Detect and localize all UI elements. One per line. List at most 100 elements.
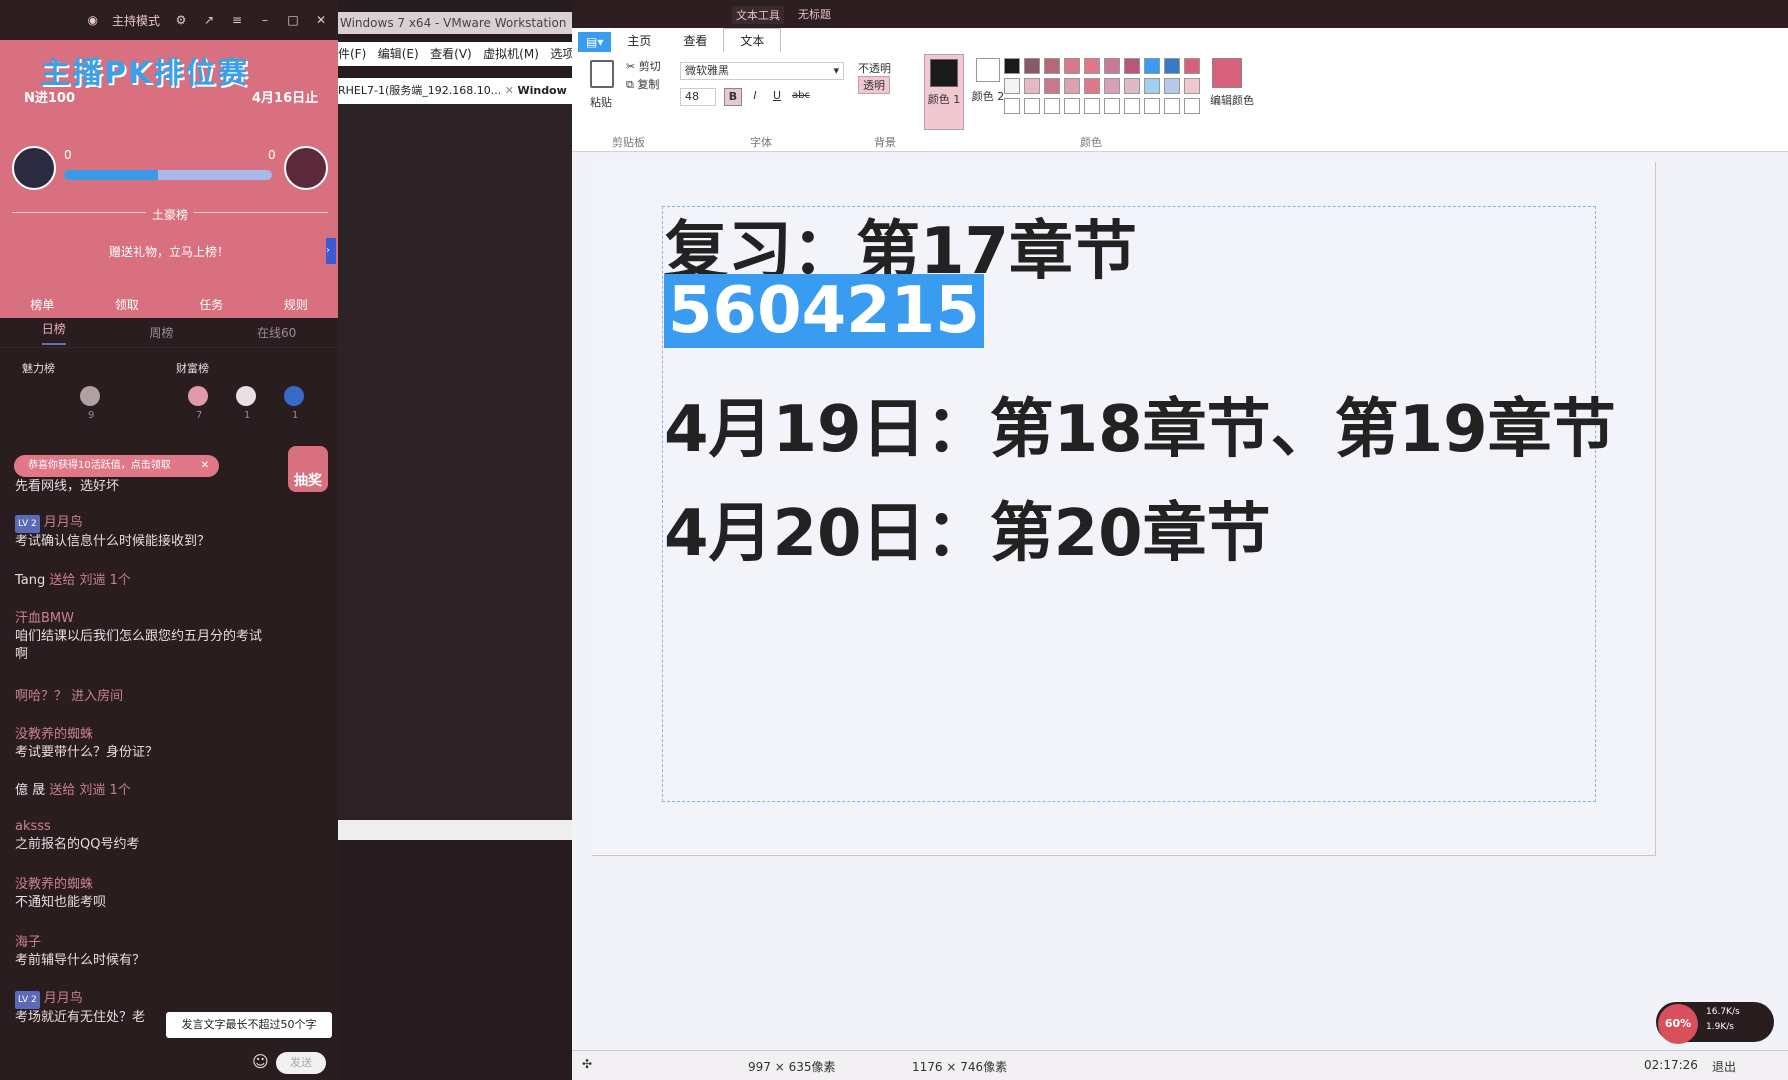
bold-button[interactable]: B bbox=[724, 88, 742, 106]
color-swatch[interactable] bbox=[1104, 58, 1120, 74]
gift-prompt[interactable]: 赠送礼物，立马上榜！ bbox=[0, 243, 338, 260]
opponent-avatar[interactable] bbox=[284, 146, 328, 190]
reward-notice[interactable]: 恭喜你获得10活跃值，点击领取 ✕ bbox=[14, 455, 219, 477]
color-swatch[interactable] bbox=[1084, 58, 1100, 74]
color-swatch-empty[interactable] bbox=[1044, 98, 1060, 114]
color-swatch[interactable] bbox=[1124, 78, 1140, 94]
tab-windows[interactable]: Window bbox=[517, 84, 566, 97]
menu-edit[interactable]: 编辑(E) bbox=[378, 47, 419, 61]
menu-vm[interactable]: 虚拟机(M) bbox=[483, 47, 539, 61]
footer-rules[interactable]: 规则 bbox=[284, 296, 308, 313]
share-icon[interactable]: ↗ bbox=[202, 13, 216, 27]
font-size-select[interactable]: 48 bbox=[680, 88, 716, 106]
exit-button[interactable]: 退出 bbox=[1712, 1058, 1736, 1075]
color-swatch-empty[interactable] bbox=[1024, 98, 1040, 114]
color-swatch[interactable] bbox=[1184, 58, 1200, 74]
color-swatch-empty[interactable] bbox=[1104, 98, 1120, 114]
tab-view[interactable]: 查看 bbox=[667, 29, 723, 52]
menu-icon[interactable]: ≡ bbox=[230, 13, 244, 27]
host-avatar[interactable] bbox=[12, 146, 56, 190]
tab-daily[interactable]: 日榜 bbox=[41, 320, 66, 345]
copy-button[interactable]: ⧉ 复制 bbox=[626, 76, 659, 92]
file-menu-button[interactable]: ▤▾ bbox=[578, 32, 612, 52]
clipboard-icon[interactable] bbox=[590, 60, 614, 88]
italic-button[interactable]: I bbox=[746, 88, 764, 106]
chat-user[interactable]: 億 晟 bbox=[15, 783, 45, 798]
menu-view[interactable]: 查看(V) bbox=[430, 47, 472, 61]
color2-button[interactable]: 颜色 2 bbox=[968, 54, 1008, 130]
avatar[interactable] bbox=[284, 386, 304, 406]
footer-task[interactable]: 任务 bbox=[199, 296, 223, 313]
close-icon[interactable]: ✕ bbox=[201, 455, 209, 477]
color-swatch[interactable] bbox=[1004, 58, 1020, 74]
vm-scrollbar[interactable] bbox=[338, 820, 572, 840]
mode-label[interactable]: 主持模式 bbox=[112, 12, 160, 29]
chat-user[interactable]: 没教养的蜘蛛 bbox=[15, 876, 106, 894]
tab-home[interactable]: 主页 bbox=[611, 29, 667, 52]
color-swatch-empty[interactable] bbox=[1184, 98, 1200, 114]
color-swatch-empty[interactable] bbox=[1124, 98, 1140, 114]
avatar[interactable] bbox=[236, 386, 256, 406]
strikethrough-button[interactable]: abc bbox=[790, 88, 812, 106]
lottery-button[interactable]: 抽奖 bbox=[288, 446, 328, 492]
tab-online[interactable]: 在线60 bbox=[257, 324, 296, 341]
edit-colors-button[interactable]: 编辑颜色 bbox=[1210, 92, 1254, 108]
vm-display[interactable] bbox=[338, 104, 572, 820]
chevron-right-icon[interactable]: › bbox=[326, 238, 336, 264]
color1-button[interactable]: 颜色 1 bbox=[924, 54, 964, 130]
menu-options[interactable]: 选项 bbox=[550, 47, 572, 61]
emoji-icon[interactable]: ☺ bbox=[252, 1052, 269, 1071]
color-swatch-empty[interactable] bbox=[1064, 98, 1080, 114]
footer-ranking[interactable]: 榜单 bbox=[30, 296, 54, 313]
chat-user[interactable]: 月月鸟 bbox=[44, 991, 83, 1006]
close-icon[interactable]: ✕ bbox=[505, 84, 518, 97]
close-icon[interactable]: ✕ bbox=[314, 13, 328, 27]
color-swatch[interactable] bbox=[1064, 58, 1080, 74]
chat-user[interactable]: Tang bbox=[15, 573, 45, 588]
color-swatch[interactable] bbox=[1184, 78, 1200, 94]
settings-icon[interactable]: ⚙ bbox=[174, 13, 188, 27]
tab-text[interactable]: 文本 bbox=[723, 28, 782, 52]
selected-text[interactable]: 5604215 bbox=[664, 274, 984, 348]
color-swatch[interactable] bbox=[1124, 58, 1140, 74]
font-select[interactable]: 微软雅黑 ▾ bbox=[680, 62, 844, 80]
paste-button[interactable]: 粘贴 bbox=[590, 94, 612, 110]
underline-button[interactable]: U bbox=[768, 88, 786, 106]
net-percent[interactable]: 60% bbox=[1658, 1004, 1698, 1044]
avatar[interactable] bbox=[80, 386, 100, 406]
color-swatch[interactable] bbox=[1104, 78, 1120, 94]
chat-user[interactable]: aksss bbox=[15, 818, 139, 836]
color-swatch[interactable] bbox=[1164, 58, 1180, 74]
edit-colors-icon[interactable] bbox=[1212, 58, 1242, 88]
color-swatch-empty[interactable] bbox=[1144, 98, 1160, 114]
color-swatch[interactable] bbox=[1044, 58, 1060, 74]
opaque-option[interactable]: 不透明 bbox=[858, 60, 891, 76]
tab-weekly[interactable]: 周榜 bbox=[149, 324, 173, 341]
color-swatch[interactable] bbox=[1044, 78, 1060, 94]
color-swatch[interactable] bbox=[1144, 78, 1160, 94]
color-swatch-empty[interactable] bbox=[1084, 98, 1100, 114]
color-swatch-empty[interactable] bbox=[1164, 98, 1180, 114]
maximize-icon[interactable]: □ bbox=[286, 13, 300, 27]
color-swatch[interactable] bbox=[1024, 78, 1040, 94]
chat-user[interactable]: 汗血BMW bbox=[15, 610, 315, 628]
color-swatch[interactable] bbox=[1064, 78, 1080, 94]
chat-user[interactable]: 啊哈？？ bbox=[15, 689, 67, 704]
canvas[interactable]: 复习：第17章节 5604215 4月19日：第18章节、第19章节 4月20日… bbox=[592, 162, 1656, 856]
title-tab-text-tools[interactable]: 文本工具 bbox=[732, 6, 784, 24]
color-swatch[interactable] bbox=[1024, 58, 1040, 74]
color-swatch[interactable] bbox=[1144, 58, 1160, 74]
color-swatch[interactable] bbox=[1084, 78, 1100, 94]
chat-user[interactable]: 月月鸟 bbox=[44, 515, 83, 530]
avatar[interactable] bbox=[188, 386, 208, 406]
footer-claim[interactable]: 领取 bbox=[115, 296, 139, 313]
cut-button[interactable]: ✂ 剪切 bbox=[626, 58, 661, 74]
menu-file[interactable]: 件(F) bbox=[338, 47, 366, 61]
color-swatch[interactable] bbox=[1004, 78, 1020, 94]
send-button[interactable]: 发送 bbox=[276, 1052, 326, 1074]
tab-rhel[interactable]: RHEL7-1(服务端_192.168.10... bbox=[338, 84, 501, 97]
chat-user[interactable]: 没教养的蜘蛛 bbox=[15, 726, 158, 744]
chat-user[interactable]: 海子 bbox=[15, 934, 145, 952]
color-swatch-empty[interactable] bbox=[1004, 98, 1020, 114]
color-swatch[interactable] bbox=[1164, 78, 1180, 94]
